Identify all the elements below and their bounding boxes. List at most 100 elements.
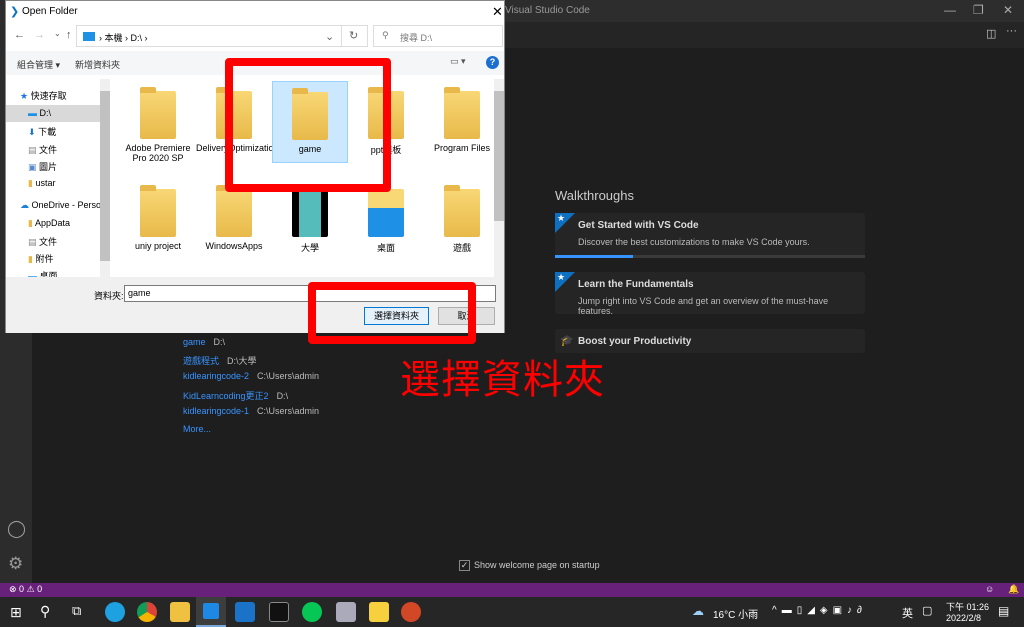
recent-link[interactable]: kidlearingcode-2 bbox=[183, 371, 249, 381]
terminal-icon[interactable] bbox=[269, 602, 289, 622]
feedback-icon[interactable]: ☺ bbox=[985, 584, 994, 594]
highlight-box bbox=[225, 58, 391, 192]
file-explorer-icon[interactable] bbox=[170, 602, 190, 622]
search-input[interactable]: ⚲ 搜尋 D:\ bbox=[373, 25, 503, 47]
breadcrumb-item[interactable]: 本機 bbox=[105, 33, 123, 43]
nav-scrollbar[interactable] bbox=[100, 79, 110, 277]
walkthrough-desc: Discover the best customizations to make… bbox=[578, 237, 810, 247]
nav-item[interactable]: ▮ AppData bbox=[28, 218, 70, 229]
tray-icons[interactable]: ^▬▯◢◈▣♪∂ bbox=[772, 605, 867, 616]
nav-onedrive[interactable]: ☁ OneDrive - Perso bbox=[20, 200, 101, 211]
folder-item[interactable]: Adobe Premiere Pro 2020 SP bbox=[120, 81, 196, 163]
recent-item[interactable]: kidlearingcode-2 C:\Users\admin bbox=[183, 371, 319, 381]
nav-item[interactable]: ▮ ustar bbox=[28, 178, 55, 189]
more-link[interactable]: More... bbox=[183, 424, 211, 434]
search-placeholder: 搜尋 D:\ bbox=[400, 33, 433, 43]
weather-icon: ☁ bbox=[692, 604, 704, 618]
recent-link[interactable]: 遊戲程式 bbox=[183, 356, 219, 366]
forward-button[interactable]: → bbox=[34, 29, 45, 41]
nav-item[interactable]: ▬ D:\ bbox=[28, 108, 51, 118]
mail-icon[interactable] bbox=[235, 602, 255, 622]
picture-icon: ▣ bbox=[28, 162, 37, 172]
recent-item[interactable]: game D:\ bbox=[183, 337, 225, 347]
notifications-icon[interactable]: 🔔 bbox=[1008, 584, 1019, 595]
address-bar[interactable]: › 本機 › D:\ › ⌄ ↻ bbox=[76, 25, 368, 47]
folder-item[interactable]: uniy project bbox=[120, 179, 196, 251]
windows-start-icon[interactable]: ⊞ bbox=[10, 604, 22, 621]
nav-item[interactable]: ▤ 文件 bbox=[28, 143, 57, 156]
recent-item[interactable]: KidLearncoding更正2 D:\ bbox=[183, 389, 288, 402]
document-icon: ▤ bbox=[28, 145, 37, 155]
app-icon[interactable] bbox=[336, 602, 356, 622]
clock-time[interactable]: 下午 01:26 bbox=[946, 600, 989, 613]
more-link-text[interactable]: More... bbox=[183, 424, 211, 434]
recent-link[interactable]: game bbox=[183, 337, 206, 347]
nav-item[interactable]: ▮ 附件 bbox=[28, 252, 53, 265]
recent-item[interactable]: 遊戲程式 D:\大學 bbox=[183, 354, 257, 367]
keyboard-icon[interactable]: ▢ bbox=[922, 604, 932, 617]
problems-indicator[interactable]: ⊗ 0 ⚠ 0 bbox=[9, 584, 42, 595]
chrome-icon[interactable] bbox=[137, 602, 157, 622]
weather-text[interactable]: 16°C 小雨 bbox=[713, 606, 758, 621]
split-editor-icon[interactable]: ◫ bbox=[986, 27, 996, 40]
taskbar: ⊞ ⚲ ⧉ ☁ 16°C 小雨 ^▬▯◢◈▣♪∂ 英 ▢ 下午 01:26 20… bbox=[0, 597, 1024, 627]
back-button[interactable]: ← bbox=[14, 29, 25, 41]
nav-item[interactable]: ▣ 圖片 bbox=[28, 160, 57, 173]
show-welcome-checkbox[interactable]: ✓ Show welcome page on startup bbox=[459, 560, 600, 571]
star-icon: ★ bbox=[555, 272, 575, 292]
cloud-icon: ☁ bbox=[20, 200, 29, 210]
sticky-notes-icon[interactable] bbox=[369, 602, 389, 622]
walkthrough-get-started[interactable]: ★ Get Started with VS Code Discover the … bbox=[555, 213, 865, 258]
new-folder-button[interactable]: 新增資料夾 bbox=[75, 58, 120, 71]
chevron-down-icon[interactable]: ⌄ bbox=[325, 30, 334, 43]
window-title: Visual Studio Code bbox=[505, 5, 590, 16]
minimize-button[interactable]: — bbox=[944, 3, 956, 17]
recent-path: C:\Users\admin bbox=[257, 406, 320, 416]
action-center-icon[interactable]: ▤ bbox=[998, 604, 1009, 618]
vscode-taskbar-icon[interactable] bbox=[196, 597, 226, 627]
recent-locations-button[interactable]: ⌄ bbox=[54, 29, 61, 38]
clock-date[interactable]: 2022/2/8 bbox=[946, 613, 981, 623]
pc-icon bbox=[83, 32, 95, 41]
recent-path: C:\Users\admin bbox=[257, 371, 320, 381]
recent-link[interactable]: KidLearncoding更正2 bbox=[183, 391, 269, 401]
file-scrollbar[interactable] bbox=[494, 79, 504, 277]
gear-icon[interactable]: ⚙ bbox=[8, 554, 23, 574]
checkbox-check-icon[interactable]: ✓ bbox=[459, 560, 470, 571]
nav-item[interactable]: ⬇ 下載 bbox=[28, 125, 56, 138]
folder-item[interactable]: 遊戲 bbox=[424, 179, 500, 254]
more-actions-icon[interactable]: ··· bbox=[1006, 25, 1017, 37]
recent-item[interactable]: kidlearingcode-1 C:\Users\admin bbox=[183, 406, 319, 416]
nav-item[interactable]: ▬ 桌面 bbox=[28, 269, 58, 277]
star-icon: ★ bbox=[20, 91, 29, 101]
nav-item[interactable]: ▤ 文件 bbox=[28, 235, 57, 248]
folder-item[interactable]: Program Files bbox=[424, 81, 500, 153]
annotation-text: 選擇資料夾 bbox=[400, 357, 605, 403]
dialog-close-button[interactable]: ✕ bbox=[492, 4, 503, 20]
progress-bar bbox=[555, 255, 865, 258]
nav-quick-access[interactable]: ★ 快速存取 bbox=[20, 89, 67, 102]
recent-link[interactable]: kidlearingcode-1 bbox=[183, 406, 249, 416]
ime-indicator[interactable]: 英 bbox=[902, 605, 913, 621]
search-icon[interactable]: ⚲ bbox=[40, 603, 50, 620]
document-icon: ▤ bbox=[28, 237, 37, 247]
powerpoint-icon[interactable] bbox=[401, 602, 421, 622]
organize-button[interactable]: 組合管理 ▾ bbox=[17, 58, 60, 71]
restore-button[interactable]: ❐ bbox=[973, 3, 984, 17]
edge-icon[interactable] bbox=[105, 602, 125, 622]
task-view-icon[interactable]: ⧉ bbox=[72, 603, 81, 619]
close-button[interactable]: ✕ bbox=[1003, 3, 1013, 17]
walkthrough-fundamentals[interactable]: ★ Learn the Fundamentals Jump right into… bbox=[555, 272, 865, 316]
breadcrumb-item[interactable]: D:\ bbox=[131, 33, 143, 43]
view-options-icon[interactable]: ▭ ▾ bbox=[450, 56, 466, 67]
line-icon[interactable] bbox=[302, 602, 322, 622]
help-icon[interactable]: ? bbox=[486, 56, 499, 69]
folder-icon: ▮ bbox=[28, 218, 33, 228]
folder-icon: ▮ bbox=[28, 178, 33, 188]
walkthrough-title: Get Started with VS Code bbox=[578, 220, 699, 231]
recent-path: D:\大學 bbox=[227, 356, 257, 366]
refresh-button[interactable]: ↻ bbox=[349, 29, 358, 42]
warning-count: 0 bbox=[37, 584, 43, 594]
up-button[interactable]: ↑ bbox=[66, 29, 72, 41]
account-icon[interactable]: ◯ bbox=[7, 519, 26, 539]
